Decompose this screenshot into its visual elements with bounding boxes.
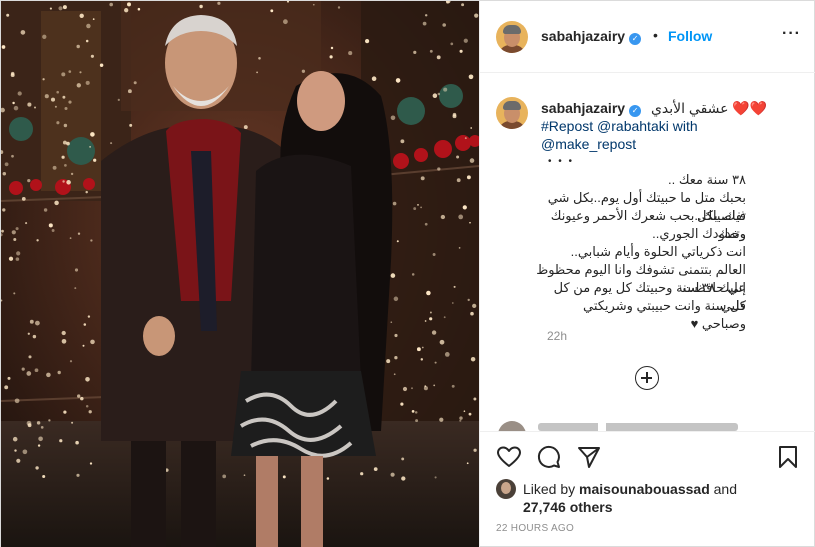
caption-line: ٣٨ سنة معك .. [667,172,746,187]
comment-preview-cut [538,423,738,431]
author-username[interactable]: sabahjazairy ✓ [541,28,642,45]
more-options-icon[interactable]: ··· [782,25,801,43]
post-date[interactable]: 22 HOURS AGO [496,523,574,534]
author-avatar[interactable] [496,21,528,53]
caption-line: انت ذكرياتي الحلوة وأيام شبابي.. [570,244,746,259]
liker-avatar[interactable] [496,479,516,499]
verified-badge-icon: ✓ [629,33,642,45]
load-more-comments-icon[interactable] [635,366,659,390]
author-username-text[interactable]: sabahjazairy [541,28,625,44]
likes-text: Liked by maisounabouassad and 27,746 oth… [523,480,783,516]
post-photo[interactable] [1,1,479,547]
comment-avatar[interactable] [498,421,526,431]
caption-title: عشقي الأبدي ❤️❤️ [650,100,768,116]
bookmark-icon[interactable] [775,444,801,470]
post-actions: Liked by maisounabouassad and 27,746 oth… [480,431,815,547]
heart-icon[interactable] [496,444,522,470]
caption-timestamp[interactable]: 22h [547,329,567,343]
repost-hashtag-line[interactable]: #Repost @rabahtaki with [541,117,801,135]
liker-username[interactable]: maisounabouassad [579,481,710,497]
couple-photo-image [1,1,479,547]
post-sidebar: sabahjazairy ✓ • Follow ··· sabahjazairy ✓… [479,1,815,547]
verified-badge-icon: ✓ [629,105,642,117]
avatar-hair [503,101,521,110]
make-repost-mention[interactable]: @make_repost [541,135,801,153]
likes-prefix: Liked by [523,481,580,497]
post-header: sabahjazairy ✓ • Follow ··· [480,1,815,73]
caption-header: sabahjazairy ✓ عشقي الأبدي ❤️❤️ [541,99,801,117]
caption-dots: • • • [548,156,575,167]
avatar-hair [503,25,521,34]
follow-button[interactable]: Follow [668,28,712,44]
likes-and: and [709,481,737,497]
share-icon[interactable] [576,444,602,470]
comment-icon[interactable] [536,444,562,470]
header-separator: • [653,27,658,43]
caption-username[interactable]: sabahjazairy [541,100,625,116]
instagram-post: sabahjazairy ✓ • Follow ··· sabahjazairy ✓… [0,0,815,547]
caption-line: وخدودك الجوري.. [652,226,746,241]
comments-section[interactable]: sabahjazairy ✓ عشقي الأبدي ❤️❤️ #Repost @… [480,73,815,431]
caption-line: كل سنة وانت حبيبتي وشريكتي وصباحي ♥ [582,298,746,331]
likes-count[interactable]: 27,746 others [523,499,613,515]
caption-avatar[interactable] [496,97,528,129]
